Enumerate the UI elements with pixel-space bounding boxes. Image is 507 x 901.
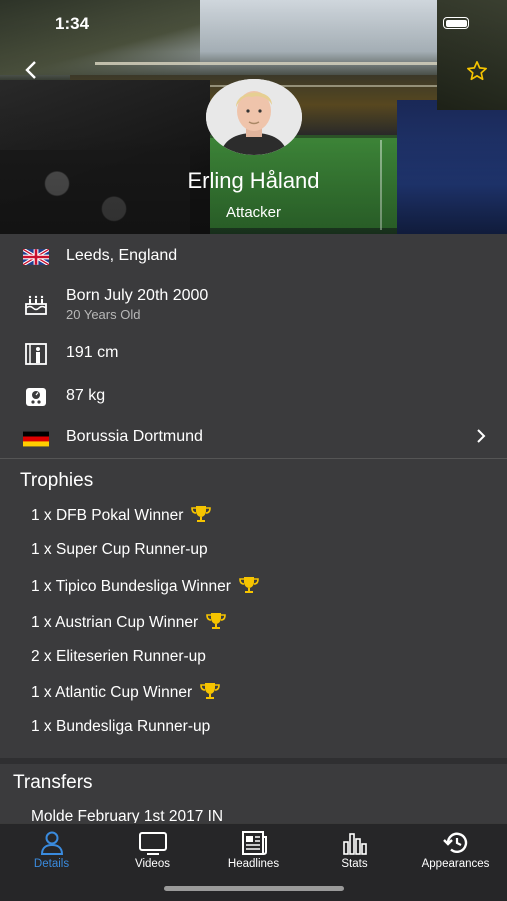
trophy-item: 1 x Super Cup Runner-up [31,541,208,559]
age-text: 20 Years Old [66,307,141,322]
section-separator [0,758,507,764]
trophy-label: 1 x Tipico Bundesliga Winner [31,578,231,595]
back-button[interactable] [24,60,38,86]
tab-appearances[interactable]: Appearances [405,824,506,884]
trophy-cup-icon [200,682,220,705]
tv-icon [102,830,203,856]
tab-details[interactable]: Details [1,824,102,884]
tab-label: Appearances [421,858,490,870]
height-icon [23,343,49,365]
germany-flag-icon [23,428,49,450]
trophy-cup-icon [191,505,212,528]
trophy-item: 1 x Tipico Bundesliga Winner [31,576,259,599]
tab-label: Stats [341,858,368,870]
bar-chart-icon [304,830,405,856]
transfers-title: Transfers [13,772,93,793]
birthdate-text: Born July 20th 2000 [66,287,209,304]
birthdate-row: Born July 20th 2000 20 Years Old [0,286,507,324]
trophy-item: 1 x DFB Pokal Winner [31,505,212,528]
trophy-label: 1 x Super Cup Runner-up [31,541,208,558]
height-row: 191 cm [0,341,507,367]
player-position: Attacker [225,204,282,221]
club-row[interactable]: Borussia Dortmund [0,424,507,452]
birthplace-text: Leeds, England [66,247,178,264]
height-text: 191 cm [66,344,119,361]
history-icon [405,830,506,856]
person-icon [1,830,102,856]
status-time: 1:34 [55,14,90,33]
newspaper-icon [203,830,304,856]
chevron-left-icon [25,61,36,79]
trophy-label: 1 x Bundesliga Runner-up [31,718,211,735]
birthday-cake-icon [23,294,49,316]
tab-label: Videos [135,858,170,870]
weight-row: 87 kg [0,384,507,410]
player-name: Erling Håland [187,168,320,193]
tab-label: Headlines [227,858,280,870]
trophy-item: 1 x Austrian Cup Winner [31,612,226,635]
trophy-item: 1 x Bundesliga Runner-up [31,718,210,736]
player-avatar [206,79,302,155]
weight-text: 87 kg [66,387,106,404]
tab-videos[interactable]: Videos [102,824,203,884]
tab-stats[interactable]: Stats [304,824,405,884]
trophy-cup-icon [206,612,226,635]
trophy-label: 2 x Eliteserien Runner-up [31,648,206,665]
weight-scale-icon [23,386,49,408]
birthplace-row: Leeds, England [0,244,507,270]
tab-headlines[interactable]: Headlines [203,824,304,884]
divider [0,458,507,459]
trophy-item: 2 x Eliteserien Runner-up [31,648,206,666]
uk-flag-icon [23,246,49,268]
trophy-label: 1 x DFB Pokal Winner [31,507,184,524]
trophy-label: 1 x Austrian Cup Winner [31,614,199,631]
club-text: Borussia Dortmund [66,428,203,445]
battery-icon [443,17,469,29]
trophy-cup-icon [239,576,259,599]
tab-label: Details [33,858,70,870]
favorite-button[interactable] [466,60,488,88]
chevron-right-icon [476,428,486,449]
star-icon [467,61,487,81]
home-indicator [164,886,344,891]
trophy-label: 1 x Atlantic Cup Winner [31,684,193,701]
trophy-item: 1 x Atlantic Cup Winner [31,682,220,705]
trophies-title: Trophies [20,470,94,491]
